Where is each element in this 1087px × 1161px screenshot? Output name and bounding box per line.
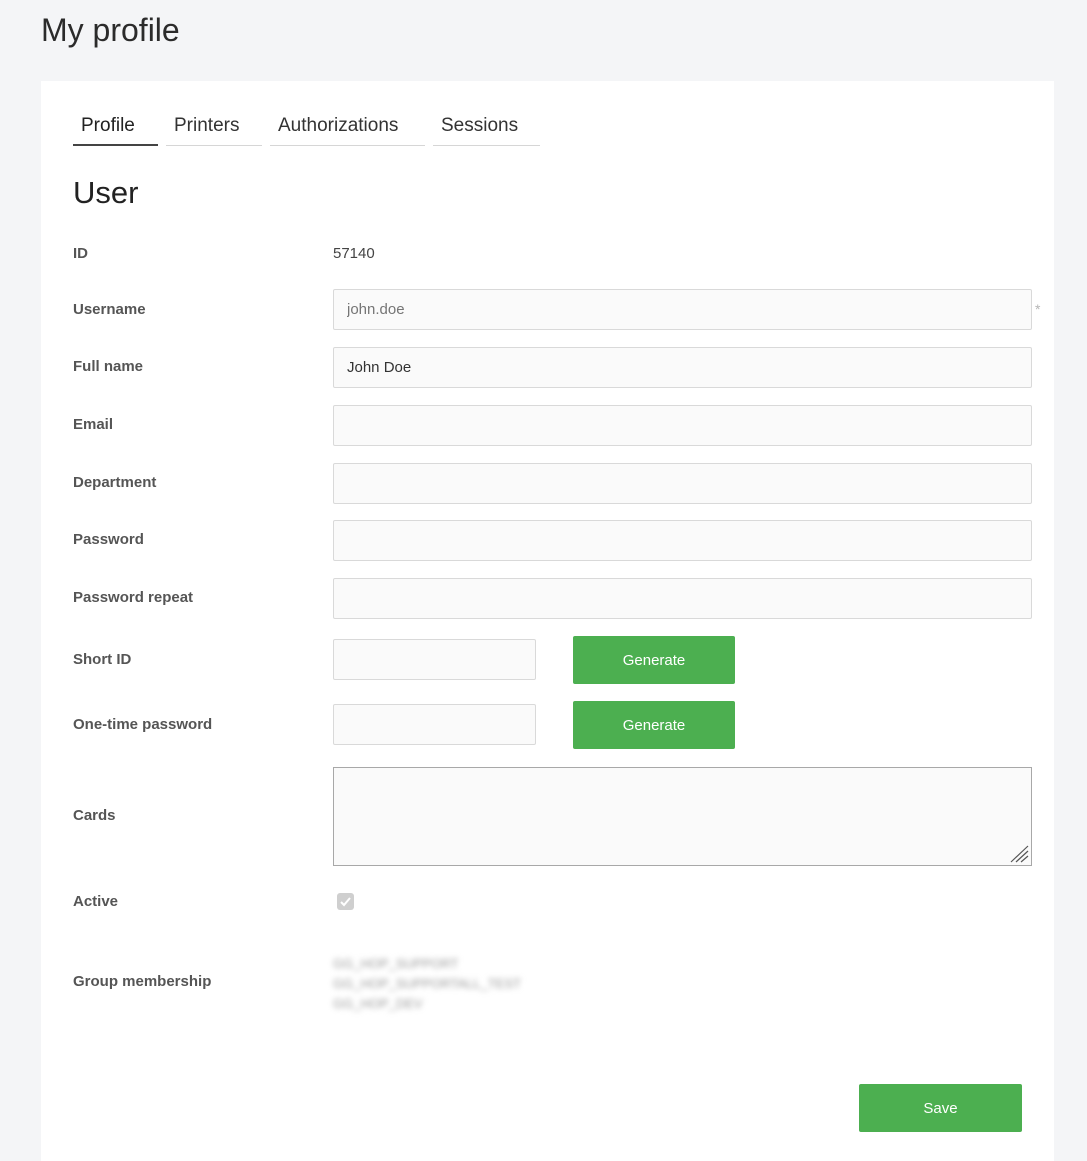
short-id-label: Short ID — [73, 651, 132, 668]
tab-profile[interactable]: Profile — [73, 111, 158, 146]
save-button[interactable]: Save — [859, 1084, 1022, 1132]
tab-authorizations[interactable]: Authorizations — [270, 111, 425, 146]
generate-one-time-password-button[interactable]: Generate — [573, 701, 735, 749]
section-title: User — [73, 175, 139, 210]
full-name-input[interactable] — [333, 347, 1032, 388]
username-input[interactable] — [333, 289, 1032, 330]
email-label: Email — [73, 416, 114, 433]
generate-short-id-button[interactable]: Generate — [573, 636, 735, 684]
department-input[interactable] — [333, 463, 1032, 504]
active-label: Active — [73, 893, 119, 910]
password-repeat-label: Password repeat — [73, 589, 194, 606]
profile-card: Profile Printers Authorizations Sessions… — [41, 81, 1054, 1161]
password-input[interactable] — [333, 520, 1032, 561]
group-membership-list: GG_HOP_SUPPORT GG_HOP_SUPPORTALL_TEST GG… — [333, 954, 521, 1014]
password-repeat-input[interactable] — [333, 578, 1032, 619]
group-membership-label: Group membership — [73, 973, 212, 990]
group-item: GG_HOP_DEV — [333, 996, 423, 1011]
group-item: GG_HOP_SUPPORT — [333, 956, 459, 971]
username-label: Username — [73, 301, 146, 318]
group-item: GG_HOP_SUPPORTALL_TEST — [333, 976, 522, 991]
tab-bar: Profile Printers Authorizations Sessions — [73, 111, 548, 147]
email-input[interactable] — [333, 405, 1032, 446]
page-title: My profile — [41, 12, 180, 48]
tab-printers[interactable]: Printers — [166, 111, 262, 146]
one-time-password-label: One-time password — [73, 716, 213, 733]
cards-label: Cards — [73, 807, 116, 824]
id-label: ID — [73, 245, 88, 262]
checkmark-icon — [340, 897, 351, 907]
required-mark: * — [1035, 301, 1041, 317]
cards-textarea[interactable] — [333, 767, 1032, 866]
department-label: Department — [73, 474, 157, 491]
short-id-input[interactable] — [333, 639, 536, 680]
full-name-label: Full name — [73, 358, 144, 375]
one-time-password-input[interactable] — [333, 704, 536, 745]
resize-grip-icon[interactable] — [1009, 845, 1029, 863]
password-label: Password — [73, 531, 144, 548]
active-checkbox[interactable] — [337, 893, 354, 910]
tab-sessions[interactable]: Sessions — [433, 111, 540, 146]
id-value: 57140 — [333, 245, 375, 262]
